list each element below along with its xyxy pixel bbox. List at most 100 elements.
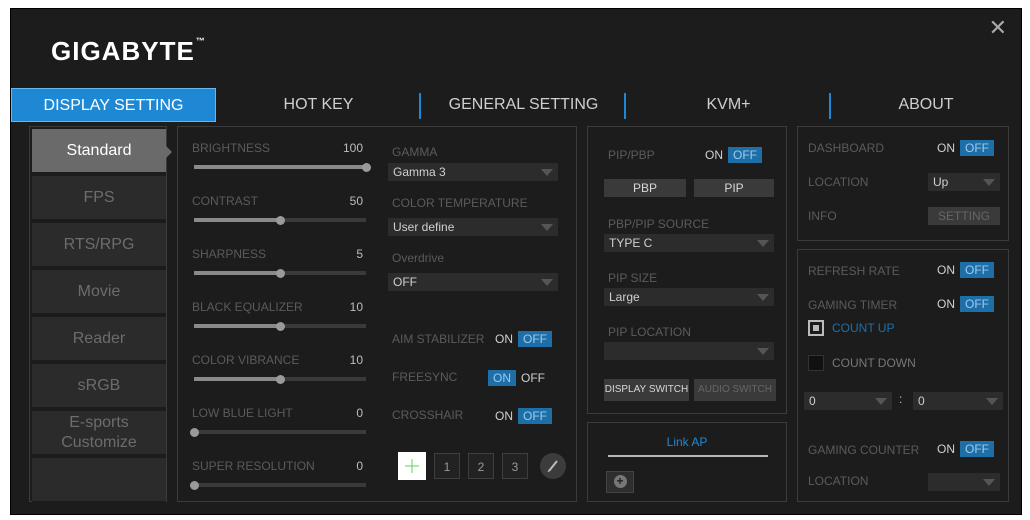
low-blue-light-slider[interactable] [190,427,366,437]
toggle-on[interactable]: ON [932,140,960,156]
brightness-slider[interactable] [194,162,371,172]
toggle-on[interactable]: ON [932,262,960,278]
aim-stabilizer-toggle[interactable]: ON OFF [490,331,552,347]
pbp-button[interactable]: PBP [604,179,686,197]
slider-handle[interactable] [190,480,199,490]
plus-icon: + [613,475,627,488]
mode-reader[interactable]: Reader [32,317,166,362]
toggle-on[interactable]: ON [488,370,516,386]
toggle-off[interactable]: OFF [728,147,762,163]
slider-handle[interactable] [362,162,371,172]
crosshair-option-1[interactable]: 1 [434,453,460,479]
slider-handle[interactable] [276,321,285,331]
freesync-toggle[interactable]: ON OFF [488,370,550,386]
crosshair-option-2[interactable]: 2 [468,453,494,479]
aim-stabilizer-label: AIM STABILIZER [392,332,485,346]
crosshair-preview-icon[interactable] [398,452,426,480]
contrast-slider[interactable] [194,215,366,225]
color-vibrance-value: 10 [349,353,363,367]
timer-minutes-dropdown[interactable]: 0 [804,392,892,410]
sharpness-slider[interactable] [194,268,366,278]
toggle-off[interactable]: OFF [518,408,552,424]
mode-rts-rpg[interactable]: RTS/RPG [32,223,166,268]
slider-fill [194,218,280,222]
tab-kvm[interactable]: KVM+ [626,88,831,122]
toggle-off[interactable]: OFF [960,262,994,278]
gaming-timer-toggle[interactable]: ON OFF [932,296,994,312]
black-equalizer-slider[interactable] [194,321,366,331]
info-label: INFO [808,209,837,223]
color-vibrance-slider[interactable] [194,374,366,384]
mode-fps[interactable]: FPS [32,176,166,221]
pip-location-dropdown[interactable] [604,342,774,360]
crosshair-option-3[interactable]: 3 [502,453,528,479]
toggle-off[interactable]: OFF [960,441,994,457]
add-device-button[interactable]: + [606,471,634,493]
chevron-down-icon [983,179,995,186]
info-setting-button[interactable]: SETTING [928,207,1000,225]
super-resolution-slider[interactable] [190,480,366,490]
mode-esports-customize[interactable]: E-sports Customize [32,411,166,456]
tab-general-setting[interactable]: GENERAL SETTING [421,88,626,122]
toggle-on[interactable]: ON [932,441,960,457]
toggle-off[interactable]: OFF [960,296,994,312]
count-down-label[interactable]: COUNT DOWN [832,356,916,370]
count-up-checkbox[interactable] [808,320,824,336]
super-resolution-label: SUPER RESOLUTION [192,459,315,473]
dashboard-toggle[interactable]: ON OFF [932,140,994,156]
time-separator: : [899,392,903,406]
pip-pbp-toggle[interactable]: ON OFF [700,147,762,163]
dashboard-location-dropdown[interactable]: Up [928,173,1000,191]
toggle-off[interactable]: OFF [960,140,994,156]
low-blue-light-value: 0 [356,406,363,420]
gaming-counter-toggle[interactable]: ON OFF [932,441,994,457]
slider-fill [194,377,280,381]
mode-standard[interactable]: Standard [32,129,172,174]
slider-handle[interactable] [276,268,285,278]
super-resolution-value: 0 [356,459,363,473]
chevron-down-icon [541,224,553,231]
gamma-label: GAMMA [392,145,438,159]
audio-switch-button[interactable]: AUDIO SWITCH [694,379,776,401]
pip-button[interactable]: PIP [694,179,774,197]
tab-about[interactable]: ABOUT [831,88,1021,122]
slider-handle[interactable] [276,374,285,384]
mode-empty [32,458,166,503]
link-ap-label[interactable]: Link AP [588,435,786,449]
pip-size-dropdown[interactable]: Large [604,288,774,306]
tab-display-setting[interactable]: DISPLAY SETTING [11,88,216,122]
app-window: GIGABYTE™ ✕ DISPLAY SETTING HOT KEY GENE… [10,8,1022,515]
chevron-down-icon [757,240,769,247]
toggle-on[interactable]: ON [490,331,518,347]
toggle-off[interactable]: OFF [518,331,552,347]
overdrive-dropdown[interactable]: OFF [388,273,558,291]
black-equalizer-label: BLACK EQUALIZER [192,300,303,314]
slider-handle[interactable] [276,215,285,225]
timer-seconds-dropdown[interactable]: 0 [913,392,1003,410]
display-switch-button[interactable]: DISPLAY SWITCH [604,379,689,401]
toggle-off[interactable]: OFF [516,370,550,386]
toggle-on[interactable]: ON [932,296,960,312]
toggle-on[interactable]: ON [700,147,728,163]
close-icon[interactable]: ✕ [989,15,1007,41]
refresh-rate-toggle[interactable]: ON OFF [932,262,994,278]
color-temperature-label: COLOR TEMPERATURE [392,196,528,210]
brightness-value: 100 [342,141,363,155]
gamma-dropdown[interactable]: Gamma 3 [388,163,558,181]
check-mark-icon [813,325,819,331]
slider-handle[interactable] [190,427,199,437]
tab-hot-key[interactable]: HOT KEY [216,88,421,122]
edit-pencil-icon[interactable] [540,453,566,479]
mode-srgb[interactable]: sRGB [32,364,166,409]
crosshair-toggle[interactable]: ON OFF [490,408,552,424]
color-temperature-dropdown[interactable]: User define [388,218,558,236]
pip-source-label: PBP/PIP SOURCE [608,217,710,231]
counter-location-dropdown[interactable] [928,473,1000,491]
dashboard-location-label: LOCATION [808,175,869,189]
count-down-checkbox[interactable] [808,355,824,371]
pip-source-dropdown[interactable]: TYPE C [604,234,774,252]
count-up-label[interactable]: COUNT UP [832,321,894,335]
toggle-on[interactable]: ON [490,408,518,424]
mode-movie[interactable]: Movie [32,270,166,315]
link-divider [608,455,768,457]
